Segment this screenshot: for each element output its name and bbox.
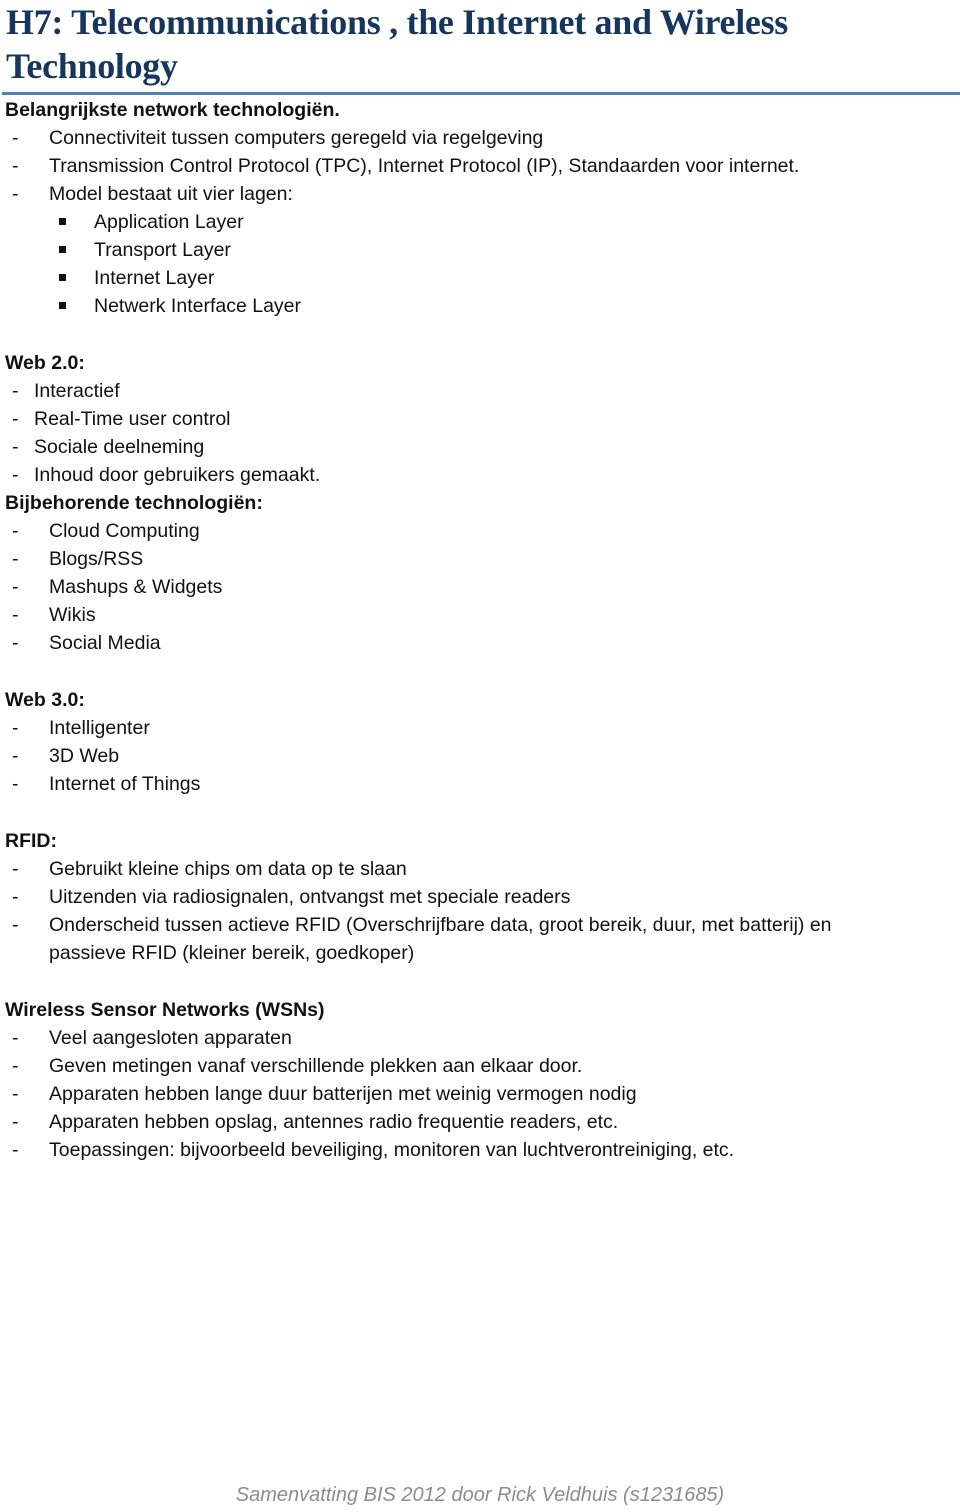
list-item-text: Internet of Things: [49, 773, 201, 795]
dash-bullet-icon: -: [12, 436, 19, 458]
dash-bullet-icon: -: [12, 1027, 19, 1049]
sub-list-item-text: Application Layer: [94, 211, 244, 233]
dash-bullet-icon: -: [12, 183, 19, 205]
sub-list-item-text: Netwerk Interface Layer: [94, 295, 302, 317]
list-item-text: Onderscheid tussen actieve RFID (Oversch…: [49, 914, 832, 936]
dash-bullet-icon: -: [12, 858, 19, 880]
list-item-text: passieve RFID (kleiner bereik, goedkoper…: [49, 942, 415, 964]
sub-list-item-text: Transport Layer: [94, 239, 231, 261]
list-item-text: Uitzenden via radiosignalen, ontvangst m…: [49, 886, 571, 908]
section-heading-web2-technologies: Bijbehorende technologiën:: [5, 492, 263, 514]
document-title: H7: Telecommunications , the Internet an…: [6, 2, 789, 86]
sub-list-item-text: Internet Layer: [94, 267, 215, 289]
dash-bullet-icon: -: [12, 604, 19, 626]
list-item-text: Sociale deelneming: [34, 436, 205, 458]
list-item-text: Transmission Control Protocol (TPC), Int…: [49, 155, 800, 177]
dash-bullet-icon: -: [12, 464, 19, 486]
dash-bullet-icon: -: [12, 548, 19, 570]
list-item-text: Geven metingen vanaf verschillende plekk…: [49, 1055, 583, 1077]
square-bullet-icon: [59, 218, 66, 225]
list-item-text: Intelligenter: [49, 717, 150, 739]
dash-bullet-icon: -: [12, 717, 19, 739]
dash-bullet-icon: -: [12, 1111, 19, 1133]
dash-bullet-icon: -: [12, 1083, 19, 1105]
dash-bullet-icon: -: [12, 1139, 19, 1161]
dash-bullet-icon: -: [12, 1055, 19, 1077]
list-item-text: Veel aangesloten apparaten: [49, 1027, 292, 1049]
square-bullet-icon: [59, 274, 66, 281]
list-item-text: Blogs/RSS: [49, 548, 144, 570]
list-item-text: Cloud Computing: [49, 520, 200, 542]
section-heading-wsn: Wireless Sensor Networks (WSNs): [5, 999, 325, 1021]
list-item-text: Mashups & Widgets: [49, 576, 223, 598]
square-bullet-icon: [59, 246, 66, 253]
dash-bullet-icon: -: [12, 576, 19, 598]
section-heading-web2: Web 2.0:: [5, 352, 85, 374]
dash-bullet-icon: -: [12, 632, 19, 654]
list-item-text: Interactief: [34, 380, 120, 402]
dash-bullet-icon: -: [12, 127, 19, 149]
list-item-text: Apparaten hebben opslag, antennes radio …: [49, 1111, 619, 1133]
list-item-text: 3D Web: [49, 745, 120, 767]
list-item-text: Toepassingen: bijvoorbeeld beveiliging, …: [49, 1139, 735, 1161]
list-item-text: Connectiviteit tussen computers geregeld…: [49, 127, 544, 149]
dash-bullet-icon: -: [12, 886, 19, 908]
dash-bullet-icon: -: [12, 155, 19, 177]
dash-bullet-icon: -: [12, 914, 19, 936]
dash-bullet-icon: -: [12, 520, 19, 542]
section-heading-network: Belangrijkste network technologiën.: [5, 99, 340, 121]
list-item-text: Inhoud door gebruikers gemaakt.: [34, 464, 321, 486]
dash-bullet-icon: -: [12, 380, 19, 402]
list-item-text: Gebruikt kleine chips om data op te slaa…: [49, 858, 407, 880]
dash-bullet-icon: -: [12, 408, 19, 430]
page-footer: Samenvatting BIS 2012 door Rick Veldhuis…: [235, 1484, 725, 1506]
list-item-text: Wikis: [49, 604, 96, 626]
title-divider: [2, 92, 960, 95]
dash-bullet-icon: -: [12, 745, 19, 767]
section-heading-rfid: RFID:: [5, 830, 57, 852]
square-bullet-icon: [59, 302, 66, 309]
list-item-text: Model bestaat uit vier lagen:: [49, 183, 293, 205]
list-item-text: Social Media: [49, 632, 161, 654]
section-heading-web3: Web 3.0:: [5, 689, 85, 711]
dash-bullet-icon: -: [12, 773, 19, 795]
list-item-text: Real-Time user control: [34, 408, 231, 430]
list-item-text: Apparaten hebben lange duur batterijen m…: [49, 1083, 637, 1105]
